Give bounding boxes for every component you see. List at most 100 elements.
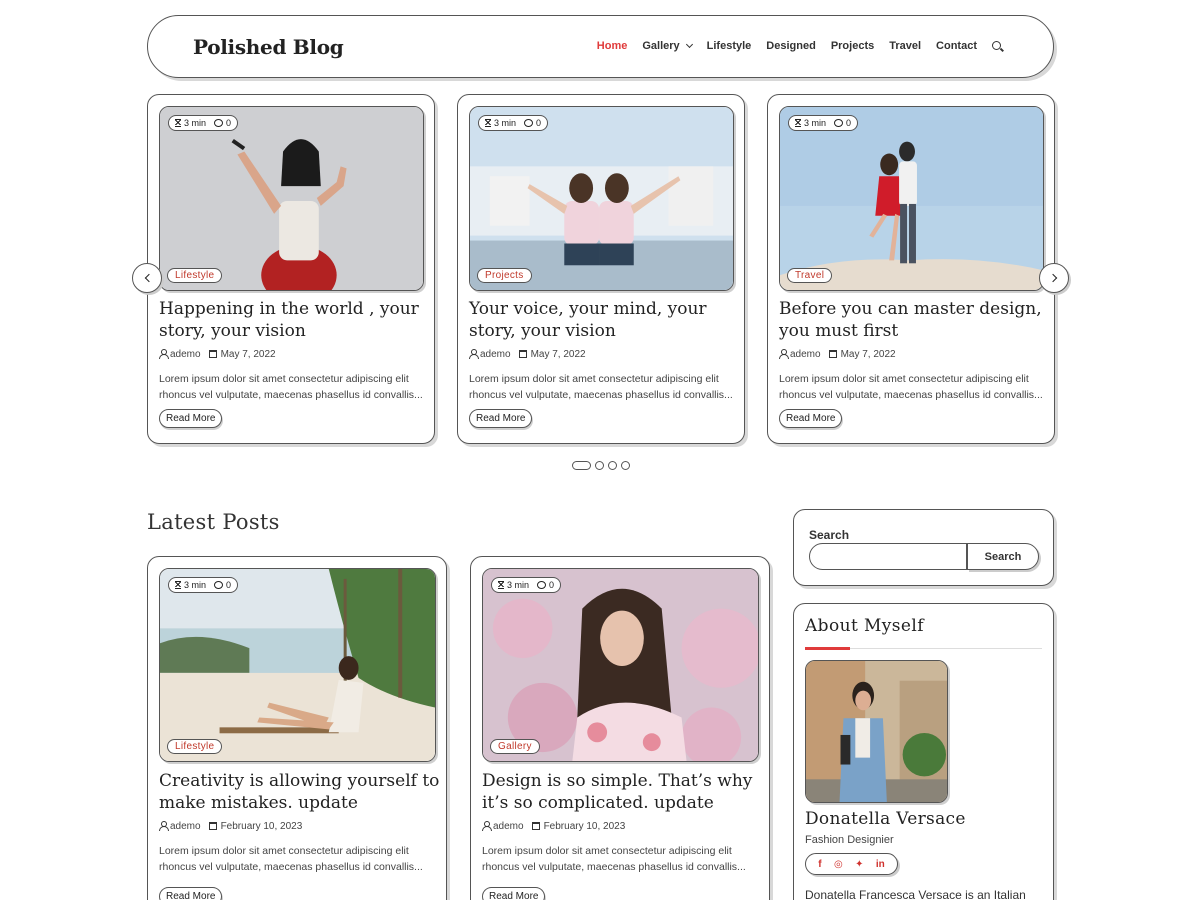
hourglass-icon: [485, 119, 491, 127]
author-name: Donatella Versace: [805, 809, 966, 829]
accent-bar: [805, 647, 850, 650]
search-icon[interactable]: [992, 40, 1003, 52]
post-image: [483, 569, 758, 761]
user-icon: [159, 821, 169, 831]
post-date[interactable]: February 10, 2023: [208, 821, 302, 832]
author-photo: [805, 660, 948, 803]
author-image: [806, 661, 947, 802]
hourglass-icon: [175, 581, 181, 589]
post-title[interactable]: Happening in the world , your story, your…: [159, 298, 419, 342]
search-input[interactable]: [809, 543, 967, 570]
read-more-button[interactable]: Read More: [482, 887, 546, 900]
slider-dot[interactable]: [572, 461, 591, 470]
calendar-icon: [518, 350, 527, 358]
post-date[interactable]: February 10, 2023: [531, 821, 625, 832]
nav-contact[interactable]: Contact: [936, 40, 977, 52]
slider-dot[interactable]: [595, 461, 604, 470]
post-title[interactable]: Creativity is allowing yourself to make m…: [159, 770, 439, 814]
calendar-icon: [828, 350, 837, 358]
latest-posts-heading: Latest Posts: [147, 510, 280, 534]
nav-projects[interactable]: Projects: [831, 40, 874, 52]
category-badge[interactable]: Projects: [477, 268, 532, 283]
twitter-icon[interactable]: ✦: [855, 859, 863, 870]
post-thumbnail[interactable]: 3 min 0 Lifestyle: [159, 106, 424, 291]
slider-next-button[interactable]: [1039, 263, 1069, 293]
comment-icon: [214, 581, 224, 589]
read-more-button[interactable]: Read More: [779, 409, 843, 428]
post-author[interactable]: ademo: [159, 821, 201, 832]
post-byline: ademo February 10, 2023: [482, 821, 625, 832]
category-badge[interactable]: Travel: [787, 268, 833, 283]
post-thumbnail[interactable]: 3 min 0 Gallery: [482, 568, 759, 762]
nav-gallery[interactable]: Gallery: [642, 40, 693, 52]
comment-count[interactable]: 0: [537, 580, 554, 590]
about-title: About Myself: [805, 616, 924, 636]
read-more-button[interactable]: Read More: [469, 409, 533, 428]
post-thumbnail[interactable]: 3 min 0 Lifestyle: [159, 568, 436, 762]
post-title[interactable]: Your voice, your mind, your story, your v…: [469, 298, 707, 342]
post-author[interactable]: ademo: [482, 821, 524, 832]
nav-gallery-label: Gallery: [642, 40, 680, 52]
site-logo[interactable]: Polished Blog: [193, 35, 344, 59]
category-badge[interactable]: Lifestyle: [167, 739, 223, 754]
comment-icon: [537, 581, 547, 589]
comment-count[interactable]: 0: [214, 118, 231, 128]
post-meta-pill: 3 min 0: [168, 577, 239, 593]
read-time: 3 min: [498, 580, 529, 590]
post-meta-pill: 3 min 0: [788, 115, 859, 131]
nav-lifestyle[interactable]: Lifestyle: [707, 40, 752, 52]
calendar-icon: [208, 822, 217, 830]
comment-count[interactable]: 0: [834, 118, 851, 128]
post-title[interactable]: Before you can master design, you must fi…: [779, 298, 1042, 342]
post-author[interactable]: ademo: [469, 349, 511, 360]
post-author[interactable]: ademo: [159, 349, 201, 360]
comment-count[interactable]: 0: [214, 580, 231, 590]
user-icon: [779, 349, 789, 359]
post-excerpt: Lorem ipsum dolor sit amet consectetur a…: [159, 373, 423, 401]
post-image: [780, 107, 1043, 290]
slider-dot[interactable]: [608, 461, 617, 470]
comment-count[interactable]: 0: [524, 118, 541, 128]
post-date[interactable]: May 7, 2022: [828, 349, 896, 360]
nav-home[interactable]: Home: [597, 40, 628, 52]
post-date[interactable]: May 7, 2022: [208, 349, 276, 360]
read-time: 3 min: [485, 118, 516, 128]
hourglass-icon: [498, 581, 504, 589]
post-date[interactable]: May 7, 2022: [518, 349, 586, 360]
slider-card: 3 min 0 Lifestyle Happening in the world…: [147, 94, 435, 444]
post-meta-pill: 3 min 0: [168, 115, 239, 131]
post-image: [160, 569, 435, 761]
post-title[interactable]: Design is so simple. That’s why it’s so c…: [482, 770, 752, 814]
post-image: [160, 107, 423, 290]
nav-travel[interactable]: Travel: [889, 40, 921, 52]
calendar-icon: [208, 350, 217, 358]
read-more-button[interactable]: Read More: [159, 887, 223, 900]
nav-designed[interactable]: Designed: [766, 40, 816, 52]
read-more-button[interactable]: Read More: [159, 409, 223, 428]
facebook-icon[interactable]: f: [818, 859, 821, 870]
post-excerpt: Lorem ipsum dolor sit amet consectetur a…: [469, 373, 733, 401]
linkedin-icon[interactable]: in: [876, 859, 885, 870]
post-byline: ademo May 7, 2022: [469, 349, 586, 360]
post-image: [470, 107, 733, 290]
user-icon: [159, 349, 169, 359]
slider-dot[interactable]: [621, 461, 630, 470]
slider-card: 3 min 0 Travel Before you can master des…: [767, 94, 1055, 444]
calendar-icon: [531, 822, 540, 830]
instagram-icon[interactable]: ◎: [834, 859, 843, 870]
category-badge[interactable]: Gallery: [490, 739, 540, 754]
category-badge[interactable]: Lifestyle: [167, 268, 223, 283]
site-header: Polished Blog Home Gallery Lifestyle Des…: [147, 15, 1054, 78]
post-excerpt: Lorem ipsum dolor sit amet consectetur a…: [159, 845, 423, 873]
author-role: Fashion Designier: [805, 834, 894, 846]
post-thumbnail[interactable]: 3 min 0 Travel: [779, 106, 1044, 291]
slider-card: 3 min 0 Projects Your voice, your mind, …: [457, 94, 745, 444]
comment-icon: [524, 119, 534, 127]
search-button[interactable]: Search: [967, 543, 1039, 570]
slider-pagination: [572, 461, 630, 470]
slider-prev-button[interactable]: [132, 263, 162, 293]
post-thumbnail[interactable]: 3 min 0 Projects: [469, 106, 734, 291]
post-excerpt: Lorem ipsum dolor sit amet consectetur a…: [779, 373, 1043, 401]
hourglass-icon: [175, 119, 181, 127]
post-author[interactable]: ademo: [779, 349, 821, 360]
